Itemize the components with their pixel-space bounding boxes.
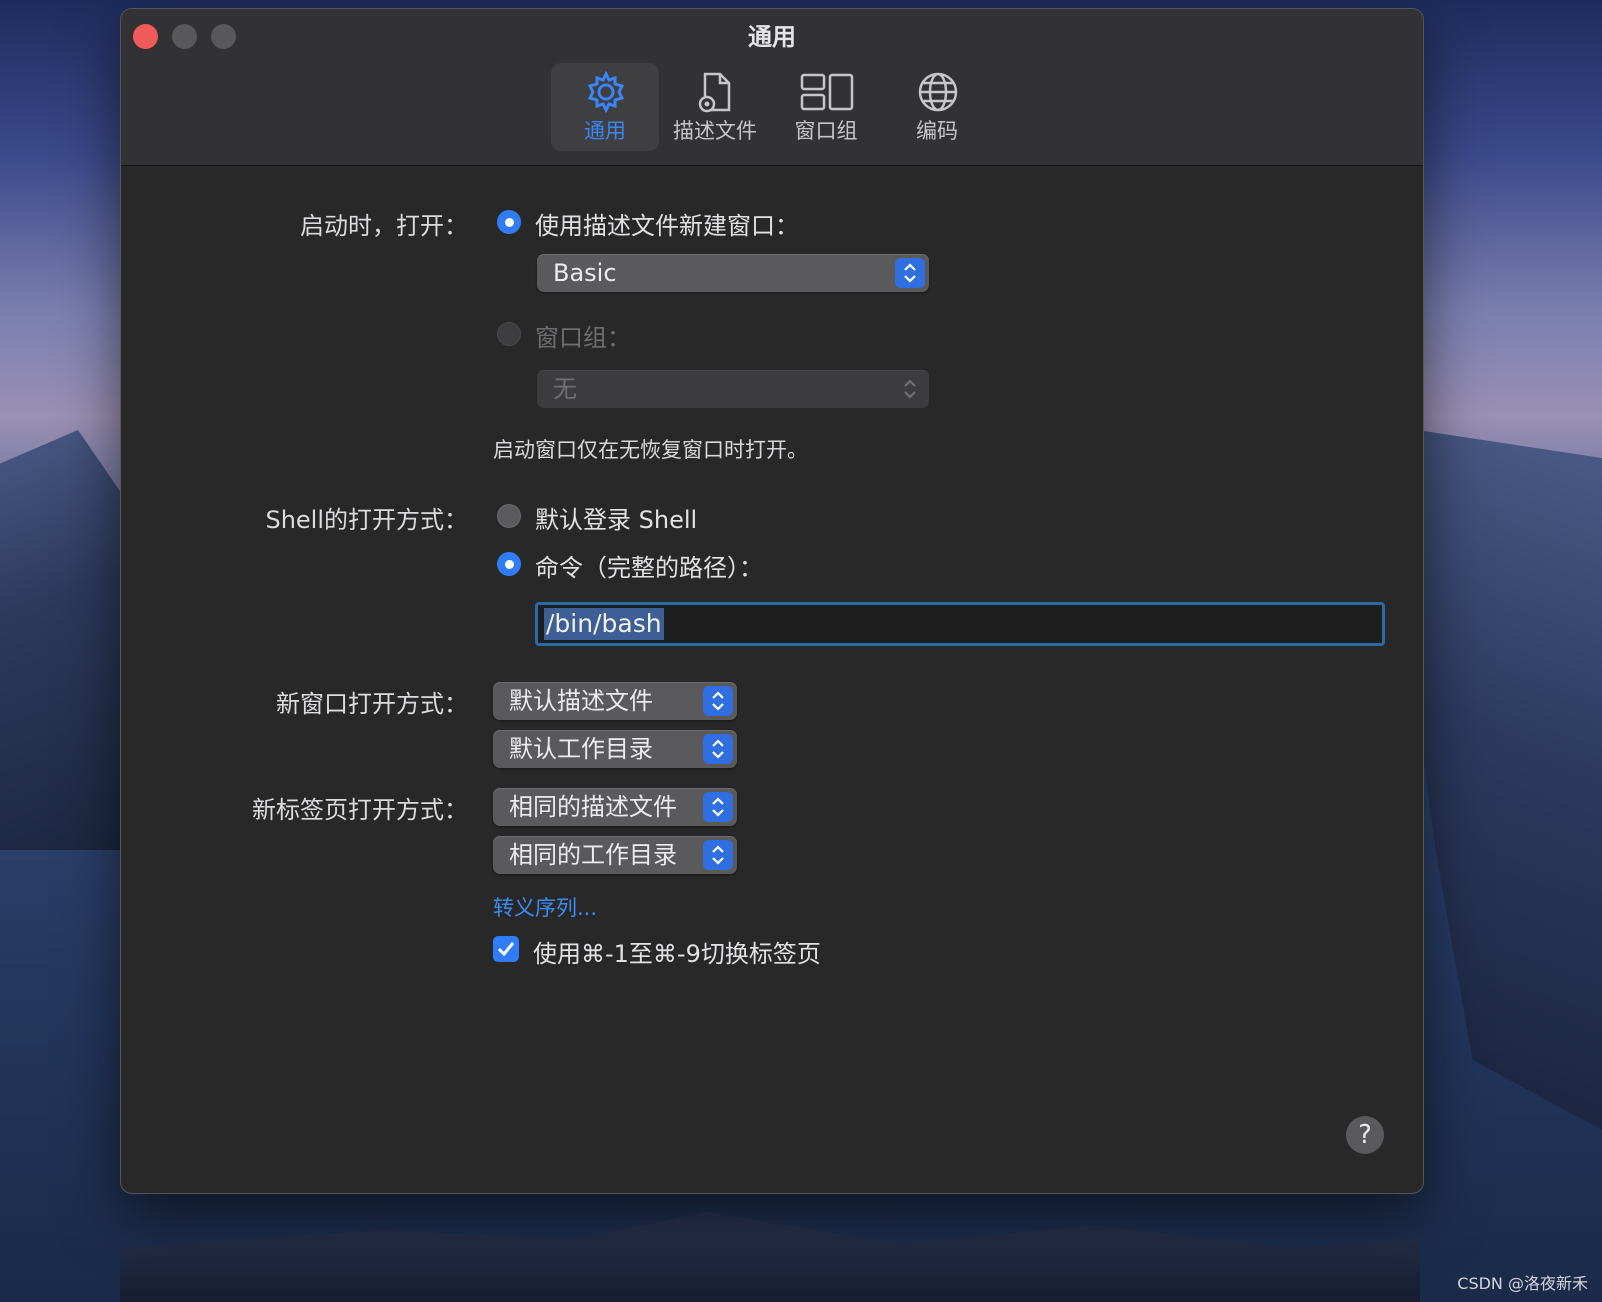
wallpaper-cliff-right <box>1417 430 1602 1130</box>
chevron-updown-icon <box>703 840 733 870</box>
tab-general[interactable]: 通用 <box>551 63 659 151</box>
globe-icon <box>918 72 958 112</box>
shell-command-value: /bin/bash <box>544 608 664 640</box>
startup-group-radio[interactable] <box>497 322 521 346</box>
document-gear-icon <box>698 72 731 113</box>
shell-label: Shell的打开方式： <box>265 506 468 534</box>
startup-note: 启动窗口仅在无恢复窗口时打开。 <box>493 438 808 462</box>
shell-default-option: 默认登录 Shell <box>535 506 698 534</box>
new-tab-directory-value: 相同的工作目录 <box>509 841 677 869</box>
tab-switch-label: 使用⌘-1至⌘-9切换标签页 <box>533 940 821 968</box>
chevron-updown-icon <box>703 792 733 822</box>
tab-window-groups-label: 窗口组 <box>794 119 858 143</box>
wallpaper-cliff-left <box>0 430 130 850</box>
startup-group-select[interactable]: 无 <box>537 370 929 408</box>
escape-sequences-link[interactable]: 转义序列... <box>493 892 597 922</box>
help-button[interactable]: ? <box>1346 1116 1384 1154</box>
gear-icon <box>587 71 625 113</box>
startup-profile-select[interactable]: Basic <box>537 254 929 292</box>
chevron-updown-icon <box>703 734 733 764</box>
new-tab-profile-select[interactable]: 相同的描述文件 <box>493 788 737 826</box>
new-window-directory-select[interactable]: 默认工作目录 <box>493 730 737 768</box>
window-group-icon <box>800 73 854 111</box>
shell-default-radio[interactable] <box>497 504 521 528</box>
shell-command-radio[interactable] <box>497 552 521 576</box>
startup-group-value: 无 <box>553 375 577 403</box>
tab-window-groups[interactable]: 窗口组 <box>772 63 880 151</box>
tab-profiles[interactable]: 描述文件 <box>661 63 769 151</box>
chevron-updown-icon <box>703 686 733 716</box>
startup-label: 启动时，打开： <box>300 212 468 240</box>
chevron-updown-icon <box>895 258 925 288</box>
startup-profile-option: 使用描述文件新建窗口： <box>535 212 799 240</box>
new-tab-profile-value: 相同的描述文件 <box>509 793 677 821</box>
tab-profiles-label: 描述文件 <box>673 119 757 143</box>
new-window-directory-value: 默认工作目录 <box>509 735 653 763</box>
new-window-profile-select[interactable]: 默认描述文件 <box>493 682 737 720</box>
startup-group-option: 窗口组： <box>535 324 631 352</box>
tab-switch-checkbox[interactable] <box>493 936 519 962</box>
tab-general-label: 通用 <box>584 119 626 143</box>
general-settings-pane: 启动时，打开： 使用描述文件新建窗口： Basic 窗口组： 无 启动窗口仅在无… <box>121 166 1423 1193</box>
startup-profile-value: Basic <box>553 259 617 287</box>
shell-command-input[interactable]: /bin/bash <box>535 602 1385 646</box>
new-window-profile-value: 默认描述文件 <box>509 687 653 715</box>
watermark: CSDN @洛夜新禾 <box>1457 1274 1588 1293</box>
window-title: 通用 <box>748 23 796 51</box>
title-bar: 通用 通用 描述文件 窗口组 编码 <box>121 9 1423 166</box>
tab-encodings-label: 编码 <box>916 119 958 143</box>
tab-encodings[interactable]: 编码 <box>883 63 991 151</box>
wallpaper-rocks <box>120 1212 1420 1302</box>
new-window-label: 新窗口打开方式： <box>276 690 468 718</box>
checkmark-icon <box>497 942 515 957</box>
new-tab-directory-select[interactable]: 相同的工作目录 <box>493 836 737 874</box>
shell-command-option: 命令（完整的路径）： <box>535 554 763 582</box>
preferences-window: 通用 通用 描述文件 窗口组 编码 启动时，打开： 使用描述文件新建窗口： Ba… <box>120 8 1424 1194</box>
chevron-updown-icon <box>895 374 925 404</box>
startup-profile-radio[interactable] <box>497 210 521 234</box>
new-tab-label: 新标签页打开方式： <box>252 796 468 824</box>
